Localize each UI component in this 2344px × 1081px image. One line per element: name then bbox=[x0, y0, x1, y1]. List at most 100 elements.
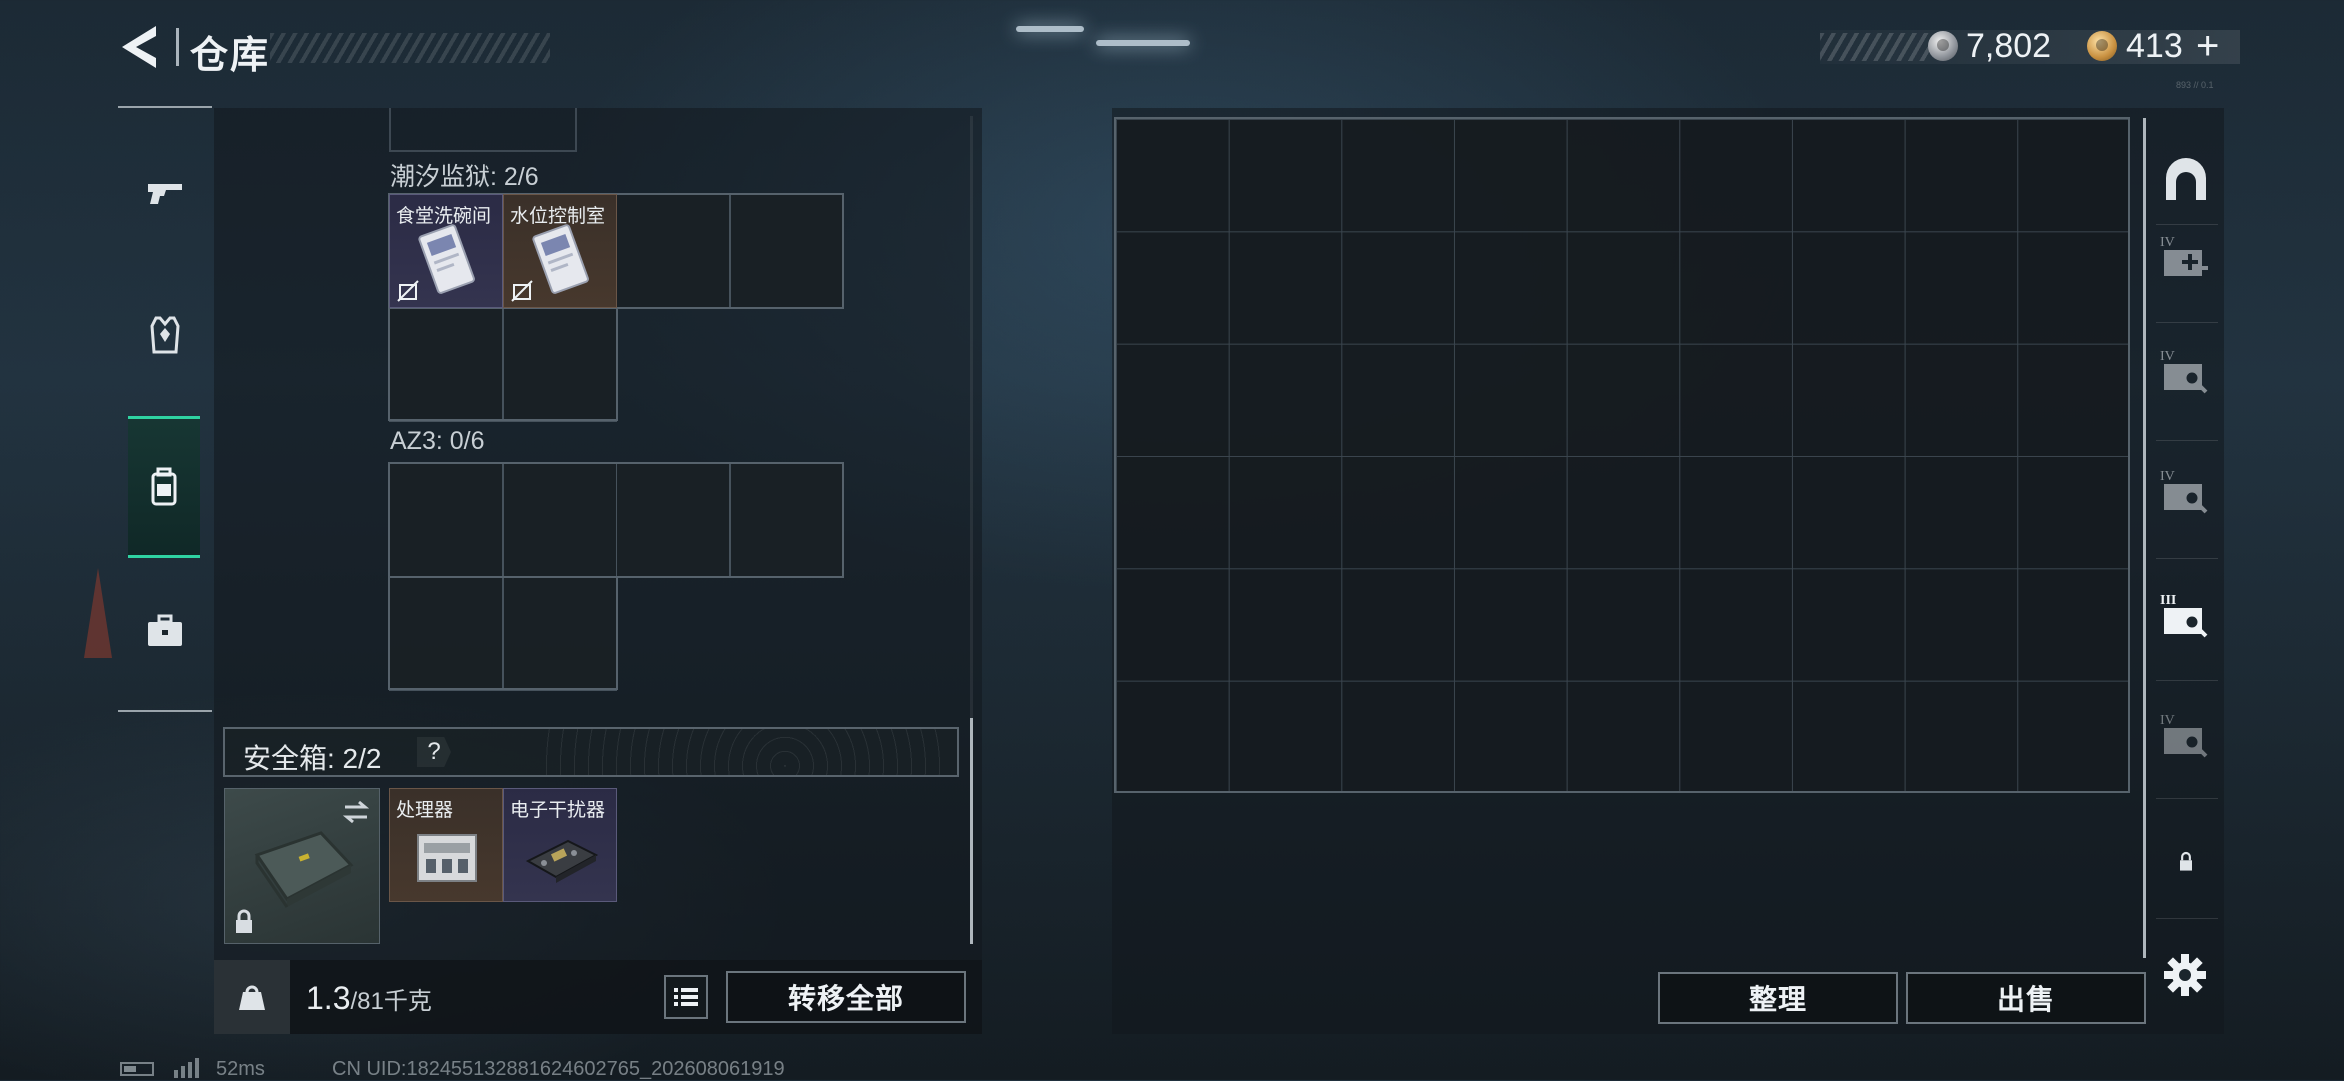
right-rail-scrollbar[interactable] bbox=[2143, 118, 2146, 958]
currency-decoration bbox=[1820, 33, 1930, 61]
weight-readout: 1.3/81千克 bbox=[306, 980, 432, 1017]
inventory-slot[interactable] bbox=[730, 194, 844, 308]
pistol-icon bbox=[148, 184, 182, 204]
rail-item-slot-1[interactable]: IV bbox=[2154, 340, 2218, 404]
background-light bbox=[1096, 40, 1190, 46]
rail-divider bbox=[2156, 224, 2218, 225]
no-trade-icon bbox=[511, 280, 533, 302]
gold-coin-amount: 413 bbox=[2126, 27, 2183, 65]
lock-icon bbox=[2180, 851, 2192, 871]
back-arrow-icon[interactable] bbox=[116, 22, 162, 72]
signal-icon bbox=[174, 1058, 199, 1078]
weight-icon bbox=[239, 985, 265, 1010]
tier-label: IV bbox=[2160, 713, 2175, 728]
sort-button[interactable]: 整理 bbox=[1658, 972, 1898, 1024]
tier-label: IV bbox=[2160, 469, 2175, 484]
title-decoration bbox=[270, 33, 550, 63]
safebox-header: 安全箱: 2/2 ? bbox=[223, 727, 959, 777]
vehicle-search-icon: III bbox=[2160, 593, 2208, 638]
item-keycard-water-control[interactable]: 水位控制室 bbox=[503, 194, 617, 308]
safebox-container[interactable] bbox=[224, 788, 380, 944]
background-traffic-cone bbox=[84, 568, 112, 658]
tier-label: III bbox=[2160, 593, 2176, 608]
background-light bbox=[1016, 26, 1084, 32]
rail-divider bbox=[2156, 680, 2218, 681]
rail-item-slot-3[interactable]: III bbox=[2154, 584, 2218, 648]
map-decoration bbox=[545, 729, 945, 775]
rail-divider bbox=[2156, 322, 2218, 323]
transfer-all-button[interactable]: 转移全部 bbox=[726, 971, 966, 1023]
page-title: 仓库 bbox=[190, 35, 271, 77]
processor-icon bbox=[417, 834, 477, 882]
item-processor[interactable]: 处理器 bbox=[389, 788, 503, 902]
vehicle-search-icon: IV bbox=[2160, 713, 2208, 758]
storage-scrollbar-thumb[interactable] bbox=[970, 718, 973, 944]
inventory-slot[interactable] bbox=[616, 194, 730, 308]
version-code: 893 // 0.1 bbox=[2176, 80, 2214, 90]
swap-icon[interactable] bbox=[341, 799, 371, 825]
inventory-slot[interactable] bbox=[503, 577, 617, 691]
backpack-grid[interactable] bbox=[1114, 117, 2130, 793]
rail-item-add-vehicle[interactable]: IV bbox=[2154, 226, 2218, 290]
no-trade-icon bbox=[397, 280, 419, 302]
item-electronic-jammer[interactable]: 电子干扰器 bbox=[503, 788, 617, 902]
section-label-tide-prison: 潮汐监狱: 2/6 bbox=[390, 163, 539, 191]
item-keycard-dishwashing[interactable]: 食堂洗碗间 bbox=[389, 194, 503, 308]
armor-vest-icon bbox=[150, 316, 180, 354]
weight-indicator bbox=[214, 960, 290, 1034]
jammer-icon bbox=[525, 839, 599, 883]
safebox-icon bbox=[254, 831, 354, 908]
ping-readout: 52ms bbox=[216, 1058, 265, 1080]
current-weight: 1.3 bbox=[306, 980, 351, 1016]
sell-button[interactable]: 出售 bbox=[1906, 972, 2146, 1024]
rail-divider bbox=[2156, 440, 2218, 441]
list-icon bbox=[674, 988, 698, 1006]
rail-item-slot-4[interactable]: IV bbox=[2154, 704, 2218, 768]
add-currency-button[interactable]: + bbox=[2196, 24, 2219, 69]
inventory-slot[interactable] bbox=[616, 463, 730, 577]
inventory-slot[interactable] bbox=[503, 463, 617, 577]
list-view-button[interactable] bbox=[664, 975, 708, 1019]
rail-item-slot-2[interactable]: IV bbox=[2154, 460, 2218, 524]
safebox-label: 安全箱: 2/2 bbox=[243, 743, 382, 774]
item-name: 水位控制室 bbox=[510, 206, 606, 227]
lock-icon bbox=[236, 909, 252, 933]
inventory-slot[interactable] bbox=[730, 463, 844, 577]
tab-case[interactable] bbox=[128, 594, 202, 668]
previous-grid-bottom bbox=[389, 108, 577, 152]
silver-coin-amount: 7,802 bbox=[1966, 27, 2052, 65]
safebox-help-button[interactable]: ? bbox=[417, 737, 451, 767]
gold-coin-icon bbox=[2087, 31, 2117, 61]
tier-label: IV bbox=[2160, 235, 2175, 250]
rail-item-helmet[interactable] bbox=[2154, 148, 2218, 212]
item-name: 食堂洗碗间 bbox=[396, 206, 492, 227]
rail-divider bbox=[118, 106, 212, 108]
rail-item-locked[interactable] bbox=[2154, 830, 2218, 894]
item-name: 处理器 bbox=[396, 800, 454, 821]
section-label-az3: AZ3: 0/6 bbox=[390, 427, 485, 455]
vehicle-search-icon: IV bbox=[2160, 349, 2208, 394]
uid-readout: CN UID:1824551328816246027​65_2026080619… bbox=[332, 1058, 785, 1080]
title-separator bbox=[176, 28, 179, 66]
tier-label: IV bbox=[2160, 349, 2175, 364]
weight-capacity: /81千克 bbox=[350, 988, 432, 1015]
tab-weapons[interactable] bbox=[128, 156, 202, 230]
vehicle-search-icon: IV bbox=[2160, 469, 2208, 514]
inventory-slot[interactable] bbox=[503, 308, 617, 422]
tab-armor[interactable] bbox=[128, 298, 202, 372]
rail-divider bbox=[118, 710, 212, 712]
briefcase-icon bbox=[148, 614, 182, 646]
inventory-slot[interactable] bbox=[389, 463, 503, 577]
battery-icon bbox=[120, 1062, 154, 1076]
inventory-slot[interactable] bbox=[389, 577, 503, 691]
settings-gear-icon[interactable] bbox=[2162, 952, 2208, 998]
inventory-slot[interactable] bbox=[389, 308, 503, 422]
add-vehicle-icon: IV bbox=[2160, 235, 2208, 276]
rail-divider bbox=[2156, 558, 2218, 559]
helmet-icon bbox=[2166, 158, 2206, 200]
tab-backpack[interactable] bbox=[128, 416, 200, 558]
item-name: 电子干扰器 bbox=[510, 800, 606, 821]
silver-coin-icon bbox=[1928, 31, 1958, 61]
rail-divider bbox=[2156, 918, 2218, 919]
rail-divider bbox=[2156, 798, 2218, 799]
